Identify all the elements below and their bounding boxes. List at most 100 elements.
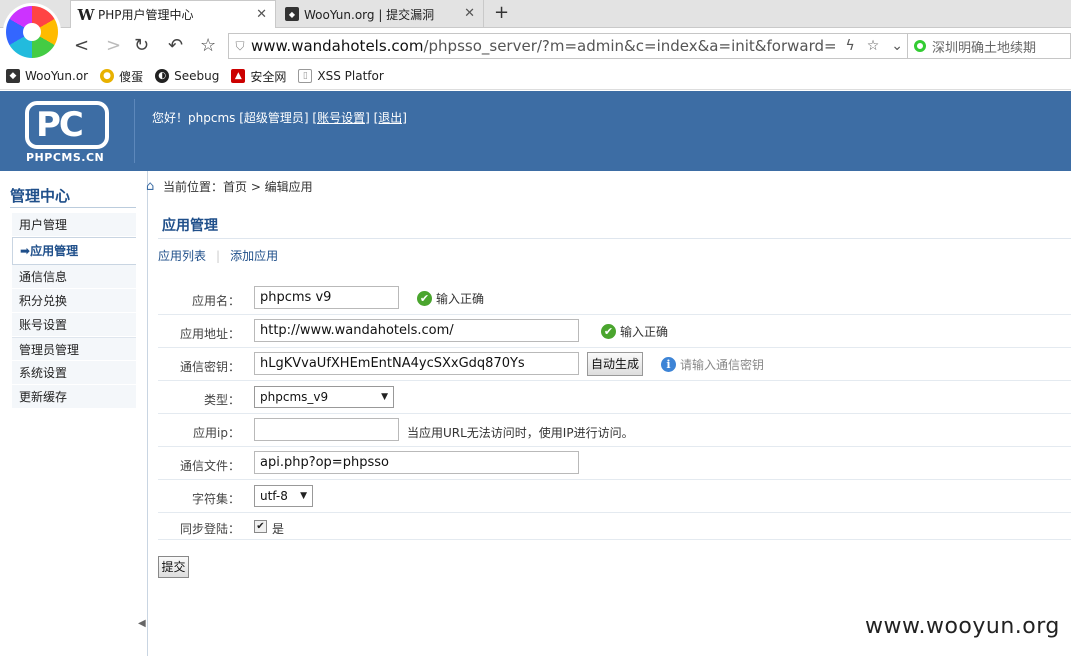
- hint-text: 请输入通信密钥: [680, 358, 765, 372]
- row-app-url: 应用地址： http://www.wandahotels.com/ ✔ 输入正确: [158, 315, 1071, 348]
- app-name-label: 应用名：: [191, 294, 240, 308]
- tab-wooyun[interactable]: ◆ WooYun.org | 提交漏洞 ✕: [277, 0, 484, 28]
- bookmark-xss[interactable]: ▯ XSS Platfor: [298, 69, 384, 83]
- cms-header: PC PHPCMS.CN 您好！phpcms [超级管理员] [账号设置] [退…: [0, 91, 1071, 171]
- sidebar-title: 管理中心: [10, 187, 71, 205]
- auto-generate-button[interactable]: 自动生成: [587, 352, 643, 376]
- row-api-file: 通信文件： api.php?op=phpsso: [158, 447, 1071, 480]
- auth-key-input[interactable]: hLgKVvaUfXHEmEntNA4ycSXxGdq870Ys: [254, 352, 579, 375]
- sidebar-item-label: 应用管理: [30, 244, 79, 258]
- row-app-type: 类型： phpcms_v9 ▼: [158, 381, 1071, 414]
- address-bar[interactable]: ⛉ www.wandahotels.com/phpsso_server/?m=a…: [228, 33, 908, 59]
- tab-title: PHP用户管理中心: [98, 8, 194, 22]
- bookmark-seebug[interactable]: ◐ Seebug: [155, 69, 219, 83]
- reload-icon[interactable]: ↻: [134, 35, 149, 57]
- bookmark-star-icon[interactable]: ☆: [867, 38, 880, 54]
- logout-link[interactable]: [退出]: [374, 111, 407, 125]
- sidebar-item-messages[interactable]: 通信信息: [12, 265, 136, 289]
- close-tab-icon[interactable]: ✕: [464, 6, 475, 21]
- dropdown-arrow-icon: ▼: [381, 392, 388, 402]
- watermark: www.wooyun.org: [865, 614, 1060, 639]
- sidebar-item-apps[interactable]: ➡应用管理: [12, 237, 136, 265]
- row-auth-key: 通信密钥： hLgKVvaUfXHEmEntNA4ycSXxGdq870Ys 自…: [158, 348, 1071, 381]
- row-charset: 字符集： utf-8 ▼: [158, 480, 1071, 513]
- status-text: 输入正确: [436, 292, 485, 306]
- search-text: 深圳明确土地续期: [932, 40, 1037, 56]
- account-settings-link[interactable]: [账号设置]: [312, 111, 369, 125]
- anquanwang-bookmark-icon: ▲: [231, 69, 246, 83]
- status-text: 输入正确: [620, 325, 669, 339]
- api-file-label: 通信文件：: [179, 459, 240, 473]
- w-favicon-icon: W: [77, 5, 95, 24]
- sidebar-item-account[interactable]: 账号设置: [12, 313, 136, 337]
- shadan-bookmark-icon: ●: [100, 69, 115, 83]
- header-divider: [134, 99, 135, 163]
- url-host: www.wandahotels.com: [251, 37, 424, 55]
- sidebar-item-cache[interactable]: 更新缓存: [12, 385, 136, 409]
- back-icon[interactable]: <: [74, 35, 89, 57]
- sidebar-item-users[interactable]: 用户管理: [12, 213, 136, 237]
- edit-app-form: 应用名： phpcms v9 ✔ 输入正确 应用地址： http://www.wa…: [158, 282, 1071, 540]
- home-icon: ⌂: [146, 178, 155, 194]
- api-file-input[interactable]: api.php?op=phpsso: [254, 451, 579, 474]
- arrow-right-icon: ➡: [20, 244, 31, 258]
- left-sidebar: 管理中心 用户管理 ➡应用管理 通信信息 积分兑换 账号设置 管理员管理 系统设…: [0, 171, 148, 656]
- sidebar-item-points[interactable]: 积分兑换: [12, 289, 136, 313]
- lightning-icon[interactable]: ϟ: [845, 38, 854, 54]
- welcome-bar: 您好！phpcms [超级管理员] [账号设置] [退出]: [152, 109, 407, 126]
- sub-navigation: 应用列表 | 添加应用: [158, 247, 278, 264]
- forward-icon[interactable]: >: [106, 35, 121, 57]
- sidebar-item-admins[interactable]: 管理员管理: [12, 337, 136, 361]
- bookmarks-bar: ◆ WooYun.or ● 傻蛋 ◐ Seebug ▲ 安全网 ▯ XSS Platfor: [0, 63, 1071, 90]
- dropdown-chevron-icon[interactable]: ⌄: [891, 38, 903, 54]
- search-box[interactable]: 深圳明确土地续期: [908, 33, 1071, 59]
- new-tab-icon[interactable]: +: [494, 2, 509, 23]
- favorite-star-icon[interactable]: ☆: [200, 35, 216, 57]
- search-engine-icon: [914, 40, 926, 52]
- app-ip-input[interactable]: [254, 418, 399, 441]
- row-app-ip: 应用ip： 当应用URL无法访问时，使用IP进行访问。: [158, 414, 1071, 447]
- sync-login-checkbox[interactable]: ✔: [254, 520, 267, 533]
- page-title: 应用管理: [162, 218, 218, 234]
- bookmark-label: XSS Platfor: [317, 69, 384, 83]
- charset-select[interactable]: utf-8 ▼: [254, 485, 313, 507]
- tab-phpsso[interactable]: W PHP用户管理中心 ✕: [70, 0, 276, 28]
- browser-tab-bar: W PHP用户管理中心 ✕ ◆ WooYun.org | 提交漏洞 ✕ +: [0, 0, 1071, 28]
- seebug-bookmark-icon: ◐: [155, 69, 170, 83]
- page-title-row: 应用管理: [158, 207, 1071, 239]
- subnav-separator: |: [216, 249, 221, 263]
- browser-logo-icon[interactable]: [6, 6, 58, 58]
- add-app-link[interactable]: 添加应用: [230, 249, 278, 263]
- app-type-select[interactable]: phpcms_v9 ▼: [254, 386, 394, 408]
- url-path: /phpsso_server/?m=admin&c=index&a=init&f…: [423, 37, 837, 55]
- shield-icon: ⛉: [235, 38, 245, 53]
- page-bookmark-icon: ▯: [298, 69, 313, 83]
- breadcrumb: ⌂ 当前位置：首页 > 编辑应用: [146, 178, 313, 195]
- app-list-link[interactable]: 应用列表: [158, 249, 206, 263]
- bookmark-label: 傻蛋: [119, 69, 144, 84]
- app-url-input[interactable]: http://www.wandahotels.com/: [254, 319, 579, 342]
- bookmark-shadan[interactable]: ● 傻蛋: [100, 68, 143, 85]
- screen: W PHP用户管理中心 ✕ ◆ WooYun.org | 提交漏洞 ✕ + < …: [0, 0, 1071, 656]
- app-name-input[interactable]: phpcms v9: [254, 286, 399, 309]
- greeting-text: 您好！phpcms [超级管理员]: [152, 111, 309, 125]
- sync-login-option: 是: [272, 522, 285, 536]
- app-url-status: ✔ 输入正确: [601, 323, 668, 340]
- row-app-name: 应用名： phpcms v9 ✔ 输入正确: [158, 282, 1071, 315]
- check-icon: ✔: [417, 291, 432, 306]
- bookmark-wooyun[interactable]: ◆ WooYun.or: [6, 69, 88, 83]
- wooyun-bookmark-icon: ◆: [6, 69, 20, 83]
- undo-icon[interactable]: ↶: [168, 35, 183, 57]
- wooyun-favicon-icon: ◆: [285, 7, 299, 21]
- row-sync-login: 同步登陆： ✔ 是: [158, 513, 1071, 540]
- browser-toolbar: < > ↻ ↶ ☆ ⛉ www.wandahotels.com/phpsso_s…: [0, 29, 1071, 63]
- bookmark-anquanwang[interactable]: ▲ 安全网: [231, 68, 286, 85]
- select-value: phpcms_v9: [260, 390, 329, 404]
- submit-button[interactable]: 提交: [158, 556, 189, 578]
- address-url: www.wandahotels.com/phpsso_server/?m=adm…: [251, 37, 841, 55]
- app-ip-hint: 当应用URL无法访问时，使用IP进行访问。: [407, 426, 634, 440]
- sidebar-divider: [10, 207, 136, 208]
- close-tab-icon[interactable]: ✕: [256, 7, 267, 22]
- sidebar-item-system[interactable]: 系统设置: [12, 361, 136, 385]
- collapse-sidebar-icon[interactable]: ◀: [138, 618, 146, 629]
